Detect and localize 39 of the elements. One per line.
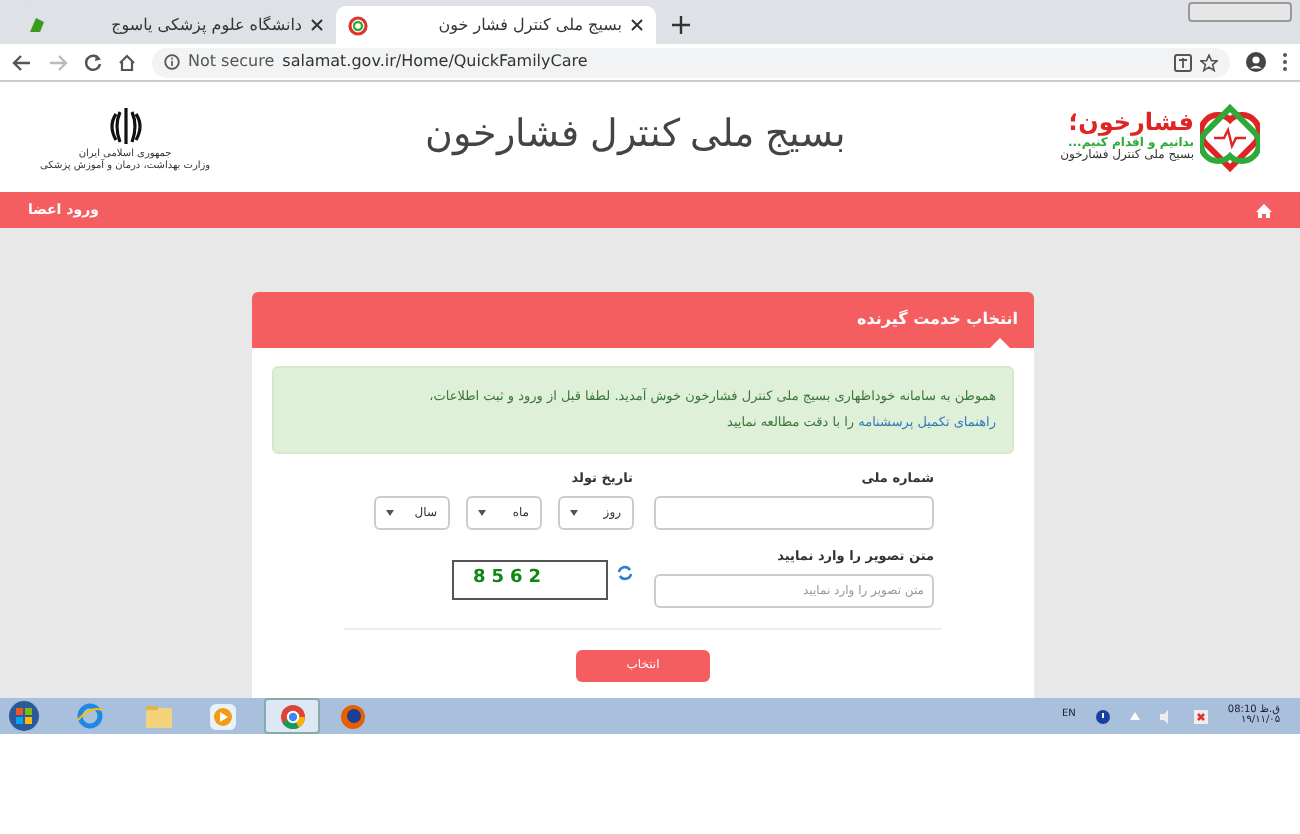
- taskbar-button[interactable]: [264, 698, 320, 734]
- url-text: salamat.gov.ir/Home/QuickFamilyCare: [282, 50, 588, 74]
- favicon-icon: [28, 16, 46, 34]
- refresh-icon[interactable]: [615, 563, 633, 582]
- profile-icon[interactable]: [1246, 52, 1266, 72]
- heart-logo-icon: [1200, 103, 1260, 171]
- new-tab-button[interactable]: [672, 16, 690, 34]
- back-button[interactable]: [12, 53, 32, 71]
- browser-icon[interactable]: [76, 702, 104, 730]
- info-icon: [164, 54, 180, 70]
- star-icon[interactable]: [1200, 53, 1218, 71]
- menu-icon[interactable]: [1282, 52, 1288, 72]
- captcha-text: 8562: [473, 566, 548, 592]
- start-button[interactable]: [8, 700, 40, 732]
- logo-title: فشارخون؛: [1066, 110, 1194, 137]
- reload-button[interactable]: [84, 53, 102, 71]
- tab-title: بسیج ملی کنترل فشار خون: [436, 13, 622, 37]
- panel-title: انتخاب خدمت گیرنده: [857, 308, 1018, 332]
- close-icon[interactable]: [310, 18, 324, 32]
- dropdown-arrow-icon: [385, 509, 393, 516]
- network-icon[interactable]: [1193, 709, 1208, 723]
- translate-icon[interactable]: [1174, 53, 1192, 71]
- site-title: بسیج ملی کنترل فشارخون: [425, 112, 845, 161]
- browser-tab[interactable]: بسیج ملی کنترل فشار خون: [336, 6, 656, 44]
- dropdown-arrow-icon: [477, 509, 485, 516]
- chrome-icon: [279, 703, 305, 729]
- address-bar[interactable]: Not secure salamat.gov.ir/Home/QuickFamilyCare: [152, 47, 1230, 77]
- pointer-icon: [990, 338, 1010, 348]
- tab-title: دانشگاه علوم پزشکی یاسوج: [109, 13, 302, 37]
- dropdown-arrow-icon: [569, 509, 577, 516]
- security-label: Not secure: [188, 50, 275, 74]
- national-id-field[interactable]: [653, 495, 934, 530]
- close-icon[interactable]: [630, 18, 644, 32]
- home-icon[interactable]: [1256, 203, 1272, 217]
- window-controls[interactable]: [1188, 2, 1292, 22]
- favicon-icon: [348, 15, 368, 35]
- media-player-icon[interactable]: [210, 703, 236, 729]
- help-icon[interactable]: [1095, 709, 1110, 723]
- home-button[interactable]: [118, 53, 136, 71]
